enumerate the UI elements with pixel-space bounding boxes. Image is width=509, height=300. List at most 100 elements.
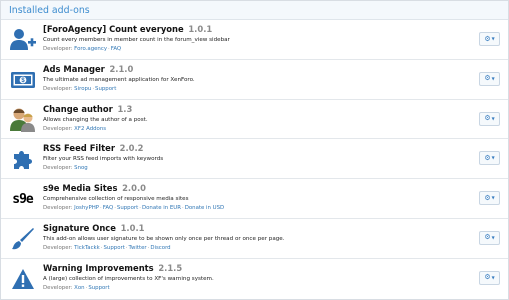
addon-title[interactable]: [ForoAgency] Count everyone (43, 24, 184, 34)
puzzle-piece-icon (9, 146, 36, 172)
developer-label: Developer: (43, 125, 73, 132)
addon-title-line: Ads Manager 2.1.0 (43, 64, 468, 75)
developer-label: Developer: (43, 205, 73, 212)
caret-down-icon: ▼ (491, 155, 495, 161)
addon-options-button[interactable]: ⚙ ▼ (479, 230, 500, 245)
gear-icon: ⚙ (484, 273, 491, 282)
developer-link[interactable]: Support (104, 245, 125, 251)
caret-down-icon: ▼ (491, 75, 495, 81)
add-user-icon (9, 27, 36, 53)
gear-icon: ⚙ (484, 193, 491, 202)
caret-down-icon: ▼ (491, 234, 495, 240)
developer-label: Developer: (43, 165, 73, 172)
gear-icon: ⚙ (484, 114, 491, 123)
developer-label: Developer: (43, 284, 73, 291)
addon-title[interactable]: RSS Feed Filter (43, 143, 115, 153)
addon-info: Signature Once 1.0.1 This add-on allows u… (43, 223, 468, 253)
addon-version: 2.1.0 (109, 63, 134, 74)
addon-options-button[interactable]: ⚙ ▼ (479, 71, 500, 86)
caret-down-icon: ▼ (491, 36, 495, 41)
caret-down-icon: ▼ (491, 195, 495, 201)
developer-link[interactable]: Support (117, 205, 138, 211)
addon-developer-line: Developer: JoshyPHP·FAQ·Support·Donate i… (43, 204, 468, 213)
addon-title[interactable]: s9e Media Sites (43, 183, 117, 193)
panel-title: Installed add-ons (9, 5, 90, 16)
addon-title-line: Signature Once 1.0.1 (43, 223, 468, 234)
developer-link[interactable]: Foro.agency (74, 46, 107, 52)
developer-link[interactable]: TickTackk (74, 245, 100, 251)
addon-title[interactable]: Warning Improvements (43, 263, 154, 273)
developer-link[interactable]: Snog (74, 165, 88, 171)
addon-version: 1.0.1 (188, 24, 213, 34)
developer-label: Developer: (43, 46, 73, 52)
panel-header: Installed add-ons (1, 1, 508, 20)
gear-icon: ⚙ (484, 74, 491, 83)
addon-developer-line: Developer: TickTackk·Support·Twitter·Dis… (43, 244, 468, 253)
addon-developer-line: Developer: Xon·Support (43, 284, 468, 293)
warning-triangle-icon (9, 266, 36, 292)
addon-description: The ultimate ad management application f… (43, 76, 195, 83)
addon-description: A (large) collection of improvements to … (43, 275, 214, 282)
developer-link[interactable]: Xon (74, 285, 84, 291)
addon-version: 1.0.1 (120, 222, 145, 233)
gear-icon: ⚙ (484, 233, 491, 242)
addon-version: 2.0.2 (119, 143, 144, 154)
developer-link[interactable]: Support (95, 86, 116, 92)
addon-version: 2.0.0 (122, 183, 146, 194)
installed-addons-panel: Installed add-ons [ForoAgency] Count eve… (0, 0, 509, 300)
developer-link[interactable]: Donate in USD (185, 205, 224, 211)
addon-description: This add-on allows user signature to be … (43, 235, 285, 242)
developer-link[interactable]: Donate in EUR (142, 205, 181, 211)
developer-link[interactable]: Siropu (74, 86, 91, 92)
addon-version: 2.1.5 (158, 262, 183, 273)
developer-label: Developer: (43, 244, 73, 251)
addon-description: Comprehensive collection of responsive m… (43, 196, 189, 203)
addon-title-line: [ForoAgency] Count everyone 1.0.1 (43, 24, 468, 35)
addon-info: Ads Manager 2.1.0 The ultimate ad managem… (43, 64, 468, 94)
addon-options-button[interactable]: ⚙ ▼ (479, 270, 500, 285)
addon-row: RSS Feed Filter 2.0.2 Filter your RSS fee… (1, 139, 508, 180)
gear-icon: ⚙ (484, 153, 491, 162)
addon-options-button[interactable]: ⚙ ▼ (479, 191, 500, 206)
addon-title[interactable]: Ads Manager (43, 64, 105, 74)
developer-link[interactable]: FAQ (103, 205, 113, 211)
addon-options-button[interactable]: ⚙ ▼ (479, 111, 500, 126)
addon-info: RSS Feed Filter 2.0.2 Filter your RSS fee… (43, 143, 468, 173)
addon-info: Warning Improvements 2.1.5 A (large) coll… (43, 263, 468, 293)
banknote-icon: $ (9, 67, 36, 93)
addon-options-button[interactable]: ⚙ ▼ (479, 32, 500, 46)
addon-row: Warning Improvements 2.1.5 A (large) coll… (1, 258, 508, 299)
addon-description: Filter your RSS feed imports with keywor… (43, 156, 164, 163)
addon-row: $ Ads Manager 2.1.0 The ultimate ad manage… (1, 59, 508, 100)
gear-icon: ⚙ (484, 34, 491, 43)
addon-row: Change author 1.3 Allows changing the aut… (1, 99, 508, 140)
developer-label: Developer: (43, 85, 73, 92)
developer-link[interactable]: XF2 Addons (74, 126, 106, 132)
addon-description: Count every members in member count in t… (43, 37, 230, 43)
s9e-logo-text: s9e (12, 191, 34, 207)
addon-options-button[interactable]: ⚙ ▼ (479, 151, 500, 166)
addon-title-line: s9e Media Sites 2.0.0 (43, 183, 468, 194)
addon-row: [ForoAgency] Count everyone 1.0.1 Count e… (1, 20, 508, 60)
addon-title-line: Change author 1.3 (43, 104, 468, 115)
paintbrush-icon (9, 226, 36, 252)
addon-title-line: RSS Feed Filter 2.0.2 (43, 143, 468, 154)
developer-link[interactable]: JoshyPHP (74, 205, 99, 211)
addon-list: [ForoAgency] Count everyone 1.0.1 Count e… (1, 20, 508, 299)
addon-title-line: Warning Improvements 2.1.5 (43, 263, 468, 274)
addon-row: Signature Once 1.0.1 This add-on allows u… (1, 218, 508, 259)
addon-developer-line: Developer: Siropu·Support (43, 85, 468, 94)
developer-link[interactable]: Twitter (129, 245, 147, 251)
addon-title[interactable]: Signature Once (43, 223, 116, 233)
developer-link[interactable]: Discord (150, 245, 170, 251)
s9e-logo-icon: s9e (9, 186, 36, 212)
addon-developer-line: Developer: Snog (43, 164, 468, 173)
addon-row: s9e s9e Media Sites 2.0.0 Comprehensive co… (1, 179, 508, 219)
addon-info: s9e Media Sites 2.0.0 Comprehensive colle… (43, 183, 468, 213)
addon-description: Allows changing the author of a post. (43, 116, 148, 123)
addon-title[interactable]: Change author (43, 104, 113, 114)
caret-down-icon: ▼ (491, 115, 495, 121)
developer-link[interactable]: Support (88, 285, 109, 291)
addon-version: 1.3 (117, 103, 133, 114)
developer-link[interactable]: FAQ (111, 46, 121, 52)
